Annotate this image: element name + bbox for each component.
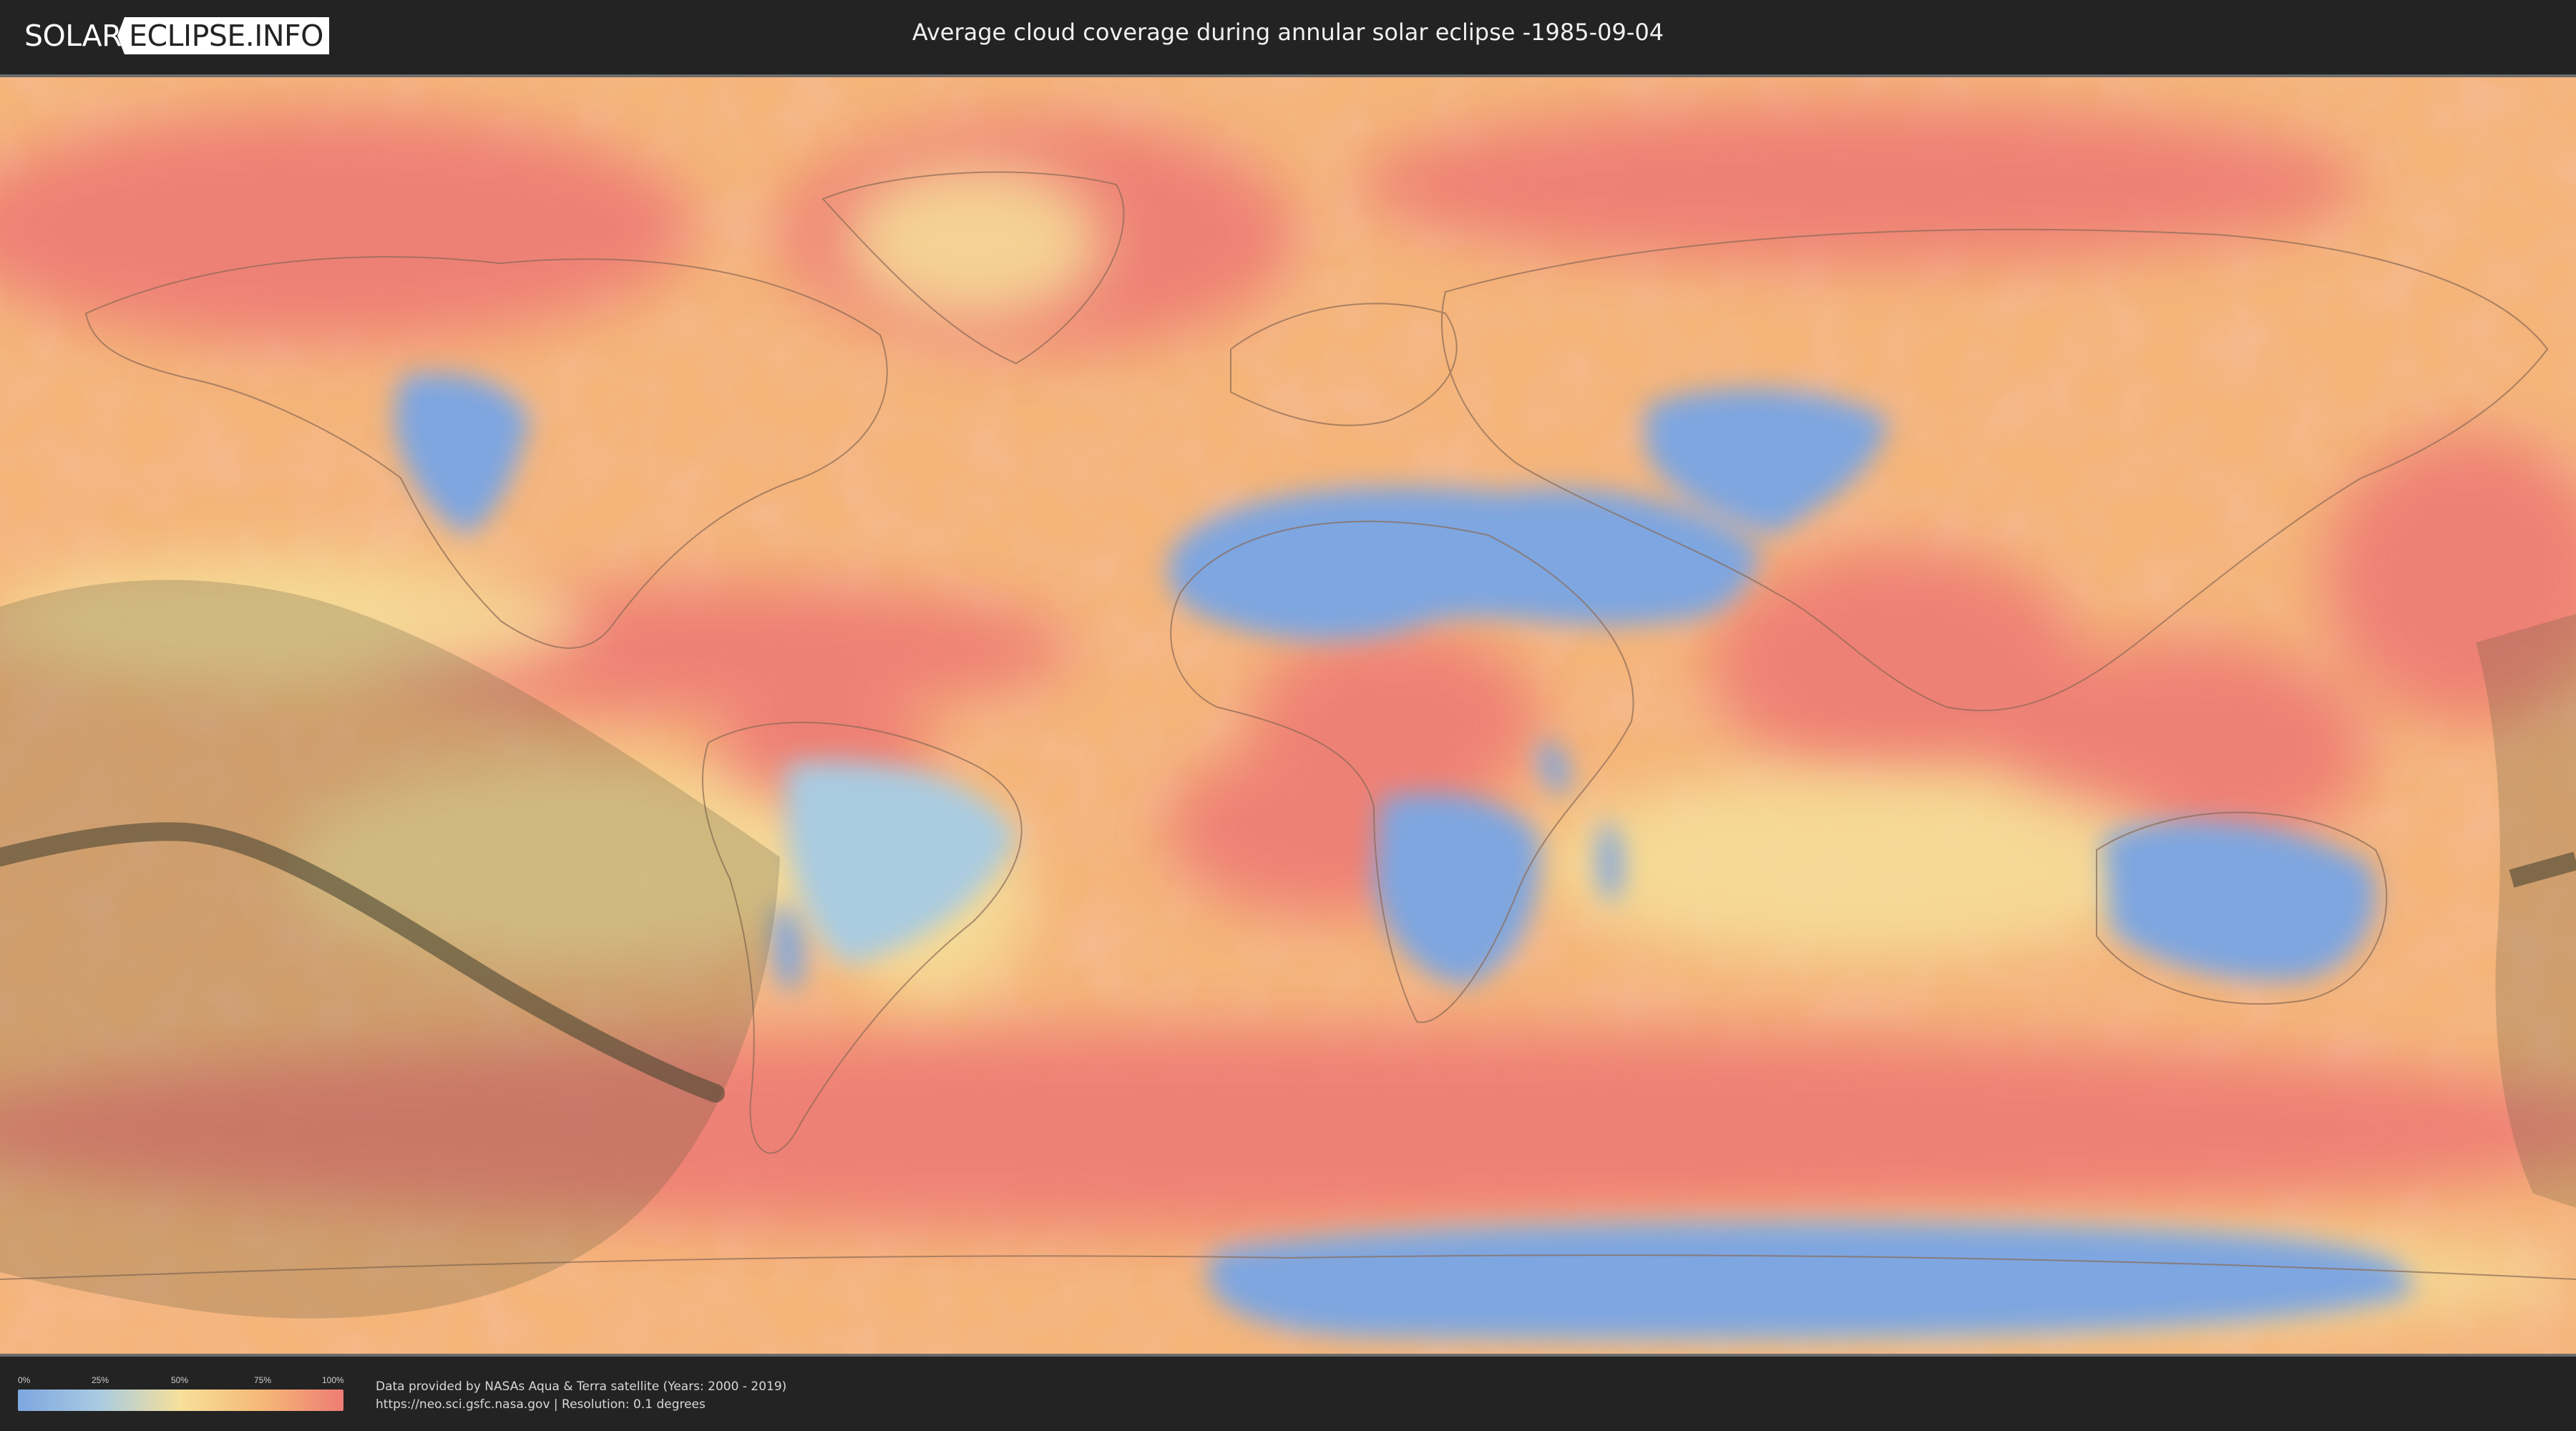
credit-url-resolution[interactable]: https://neo.sci.gsfc.nasa.gov | Resoluti… bbox=[376, 1396, 786, 1414]
legend-tick-75: 75% bbox=[254, 1375, 272, 1385]
legend-tick-labels: 0% 25% 50% 75% 100% bbox=[18, 1375, 344, 1385]
belt-arctic-asia bbox=[1360, 106, 2361, 263]
legend-tick-100: 100% bbox=[322, 1375, 344, 1385]
legend-color-bar bbox=[18, 1390, 343, 1411]
world-map-svg bbox=[0, 77, 2576, 1354]
belt-central-africa bbox=[1252, 628, 1538, 814]
legend-tick-50: 50% bbox=[171, 1375, 189, 1385]
legend-tick-25: 25% bbox=[92, 1375, 109, 1385]
patch-greenland bbox=[844, 163, 1102, 321]
cloud-coverage-map[interactable] bbox=[0, 74, 2576, 1357]
patch-indian-ocean bbox=[1538, 771, 2182, 957]
page-title: Average cloud coverage during annular so… bbox=[912, 19, 1664, 46]
header-bar: SOLAR ECLIPSE.INFO Average cloud coverag… bbox=[0, 0, 2576, 70]
clear-sahara-arabia bbox=[1168, 487, 1760, 640]
data-credits: Data provided by NASAs Aqua & Terra sate… bbox=[376, 1378, 786, 1414]
credit-source: Data provided by NASAs Aqua & Terra sate… bbox=[376, 1379, 787, 1394]
clear-antarctica bbox=[1208, 1222, 2412, 1339]
legend-tick-0: 0% bbox=[18, 1375, 31, 1385]
